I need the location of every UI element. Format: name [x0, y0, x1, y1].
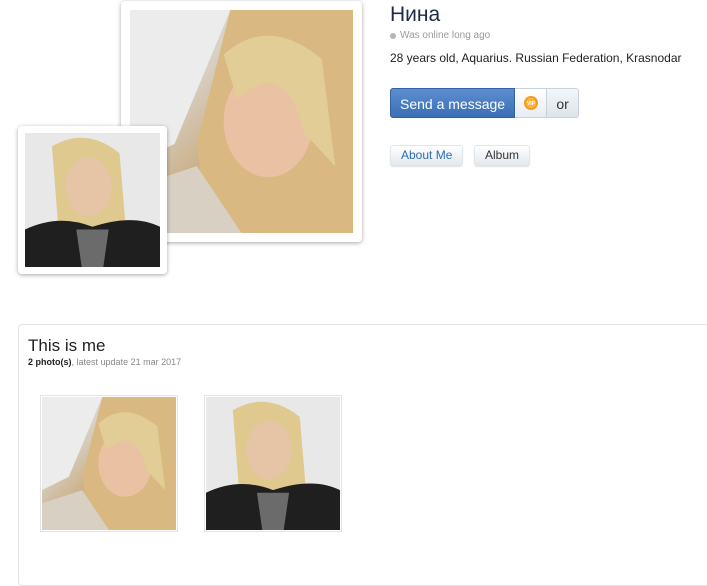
- tab-about-me[interactable]: About Me: [390, 145, 464, 166]
- latest-update: latest update 21 mar 2017: [76, 357, 182, 367]
- album-photo-2-image: [206, 397, 340, 530]
- album-photo-1[interactable]: [40, 395, 178, 532]
- meta-separator: ,: [71, 357, 75, 367]
- or-button[interactable]: or: [547, 88, 580, 118]
- tab-album[interactable]: Album: [474, 145, 531, 166]
- profile-name: Нина: [390, 3, 441, 26]
- secondary-photo[interactable]: [25, 133, 160, 267]
- profile-info: 28 years old, Aquarius. Russian Federati…: [390, 51, 682, 65]
- album-meta: 2 photo(s), latest update 21 mar 2017: [28, 357, 181, 367]
- svg-text:VIP: VIP: [527, 101, 536, 107]
- photo-count: 2 photo(s): [28, 357, 72, 367]
- send-message-button[interactable]: Send a message: [390, 88, 516, 118]
- secondary-photo-frame[interactable]: [18, 126, 167, 274]
- vip-badge-icon: VIP: [523, 96, 538, 110]
- status-dot-icon: [390, 32, 396, 39]
- message-button-group: Send a message VIP or: [390, 88, 580, 118]
- status-text: Was online long ago: [400, 30, 491, 41]
- vip-button[interactable]: VIP: [515, 88, 548, 118]
- album-title: This is me: [28, 336, 106, 355]
- album-photo-2[interactable]: [204, 395, 342, 532]
- album-photo-1-image: [42, 397, 176, 530]
- online-status: Was online long ago: [390, 30, 490, 41]
